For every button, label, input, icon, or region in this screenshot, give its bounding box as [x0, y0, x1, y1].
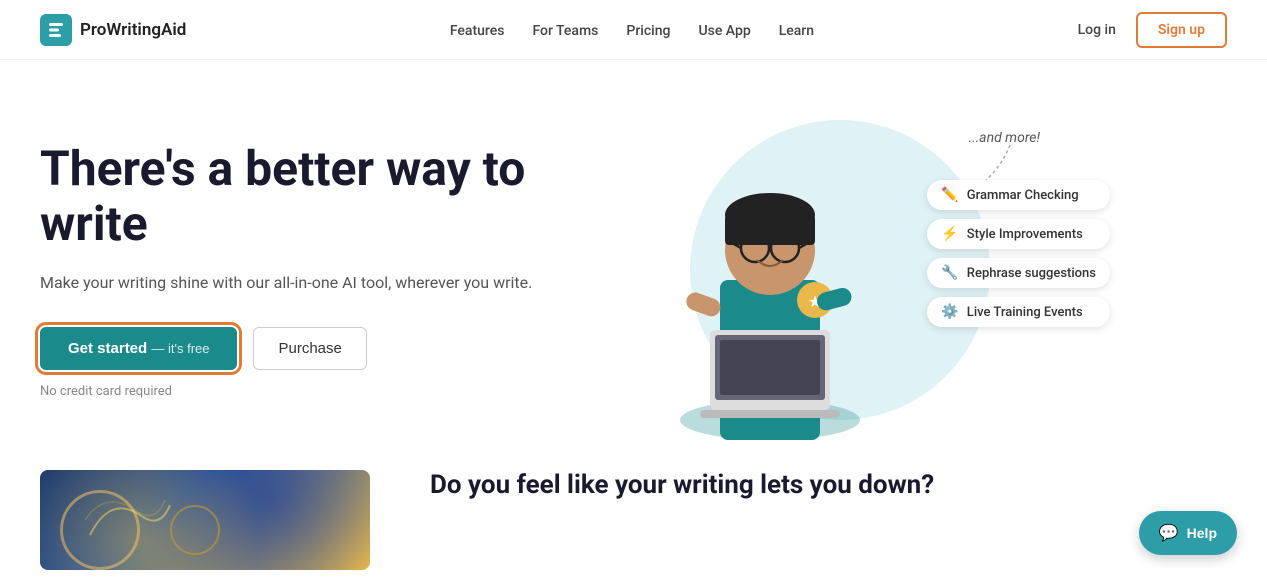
logo-icon	[40, 14, 72, 46]
no-credit-text: No credit card required	[40, 384, 560, 399]
hero-section: There's a better way to write Make your …	[0, 60, 1267, 440]
hero-title: There's a better way to write	[40, 141, 560, 251]
help-label: Help	[1187, 525, 1217, 541]
nav-pricing[interactable]: Pricing	[626, 23, 670, 39]
badge-rephrase: 🔧 Rephrase suggestions	[927, 258, 1110, 288]
hero-buttons: Get started — it's free Purchase	[40, 327, 560, 370]
starry-night-image	[40, 470, 370, 570]
chat-icon: 💬	[1159, 523, 1179, 543]
logo-link[interactable]: ProWritingAid	[40, 14, 186, 46]
nav-right: Log in Sign up	[1078, 12, 1227, 48]
hero-subtitle: Make your writing shine with our all-in-…	[40, 271, 560, 295]
navbar: ProWritingAid Features For Teams Pricing…	[0, 0, 1267, 60]
badge-style: ⚡ Style Improvements	[927, 219, 1110, 249]
nav-features[interactable]: Features	[450, 23, 505, 39]
nav-for-teams[interactable]: For Teams	[532, 23, 598, 39]
grammar-icon: ✏️	[941, 187, 958, 203]
swirl-svg	[80, 485, 180, 555]
training-icon: ⚙️	[941, 304, 958, 320]
free-label: — it's free	[151, 341, 209, 356]
badge-training: ⚙️ Live Training Events	[927, 297, 1110, 327]
nav-learn[interactable]: Learn	[779, 23, 814, 39]
badge-grammar: ✏️ Grammar Checking	[927, 180, 1110, 210]
get-started-button[interactable]: Get started — it's free	[40, 327, 237, 370]
signup-button[interactable]: Sign up	[1136, 12, 1227, 48]
brand-name: ProWritingAid	[80, 20, 186, 40]
login-link[interactable]: Log in	[1078, 22, 1116, 38]
nav-links: Features For Teams Pricing Use App Learn	[450, 20, 814, 39]
bottom-right: Do you feel like your writing lets you d…	[430, 470, 1227, 500]
hero-left: There's a better way to write Make your …	[40, 141, 560, 399]
rephrase-icon: 🔧	[941, 265, 958, 281]
bottom-title: Do you feel like your writing lets you d…	[430, 470, 1227, 500]
style-icon: ⚡	[941, 226, 958, 242]
feature-badges: ✏️ Grammar Checking ⚡ Style Improvements…	[927, 180, 1110, 327]
help-button[interactable]: 💬 Help	[1139, 511, 1237, 555]
person-illustration: ★	[660, 130, 880, 440]
bottom-section: Do you feel like your writing lets you d…	[0, 440, 1267, 570]
nav-use-app[interactable]: Use App	[698, 23, 750, 39]
hero-illustration: ...and more!	[560, 100, 1120, 440]
purchase-button[interactable]: Purchase	[253, 327, 366, 370]
